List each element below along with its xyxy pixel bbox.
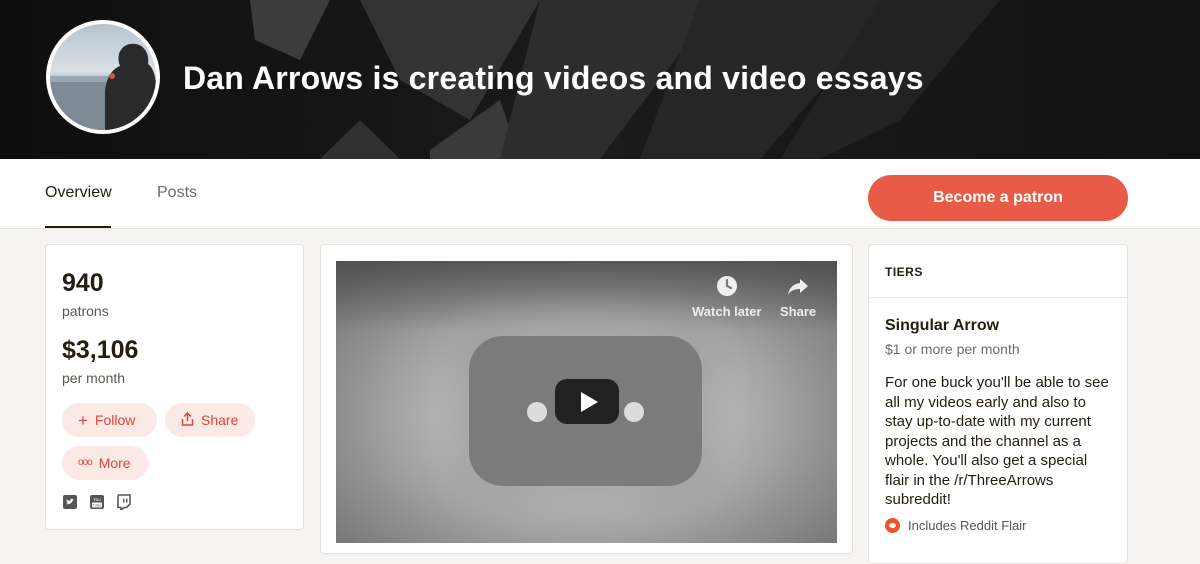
thumbnail-dot-left <box>527 402 547 422</box>
play-icon <box>580 391 598 412</box>
reddit-icon <box>885 518 900 533</box>
svg-text:Tube: Tube <box>93 503 103 508</box>
tiers-card: TIERS Singular Arrow $1 or more per mont… <box>868 244 1128 564</box>
tab-overview[interactable]: Overview <box>45 184 112 202</box>
patrons-label: patrons <box>62 303 109 319</box>
svg-text:You: You <box>93 497 101 502</box>
patrons-count: 940 <box>62 269 104 297</box>
creator-banner: Dan Arrows is creating videos and video … <box>0 0 1200 159</box>
monthly-amount-label: per month <box>62 370 126 386</box>
tiers-heading: TIERS <box>885 265 923 279</box>
more-button[interactable]: ooo More <box>62 446 148 480</box>
monthly-amount: $3,106 <box>62 336 139 364</box>
thumbnail-dot-right <box>624 402 644 422</box>
tier-description: For one buck you'll be able to see all m… <box>885 374 1109 508</box>
creator-avatar <box>46 20 160 134</box>
tiers-header: TIERS <box>869 245 1127 298</box>
twitter-icon[interactable] <box>62 494 78 510</box>
tier-benefit-label: Includes Reddit Flair <box>908 518 1027 533</box>
follow-button[interactable]: + Follow <box>62 403 157 437</box>
video-share-button[interactable]: Share <box>780 274 816 319</box>
page-nav: Overview Posts Become a patron <box>0 159 1200 229</box>
video-share-label: Share <box>780 304 817 319</box>
share-arrow-icon <box>788 279 809 295</box>
tab-posts[interactable]: Posts <box>157 184 197 202</box>
watch-later-button[interactable]: Watch later <box>692 274 762 319</box>
watch-later-label: Watch later <box>692 304 762 319</box>
video-top-shade <box>336 261 837 331</box>
more-label: More <box>98 455 131 471</box>
twitch-icon[interactable] <box>116 494 132 511</box>
video-card: Watch later Share <box>320 244 853 554</box>
plus-icon: + <box>78 410 88 430</box>
share-label: Share <box>201 412 239 428</box>
become-patron-button[interactable]: Become a patron <box>868 175 1128 221</box>
play-button[interactable] <box>555 379 619 424</box>
tier-name: Singular Arrow <box>885 317 1000 334</box>
youtube-icon[interactable]: You Tube <box>89 494 105 510</box>
active-tab-indicator <box>45 226 111 228</box>
tier-price: $1 or more per month <box>885 341 1020 357</box>
follow-label: Follow <box>94 412 136 428</box>
more-dots-icon: ooo <box>78 457 93 468</box>
clock-icon <box>716 276 737 296</box>
page-title: Dan Arrows is creating videos and video … <box>183 60 924 96</box>
stats-card: 940 patrons $3,106 per month + Follow Sh… <box>45 244 304 530</box>
share-button[interactable]: Share <box>165 403 255 437</box>
video-player[interactable]: Watch later Share <box>336 261 837 543</box>
share-icon <box>181 411 194 429</box>
tier-benefit: Includes Reddit Flair <box>885 518 1027 533</box>
